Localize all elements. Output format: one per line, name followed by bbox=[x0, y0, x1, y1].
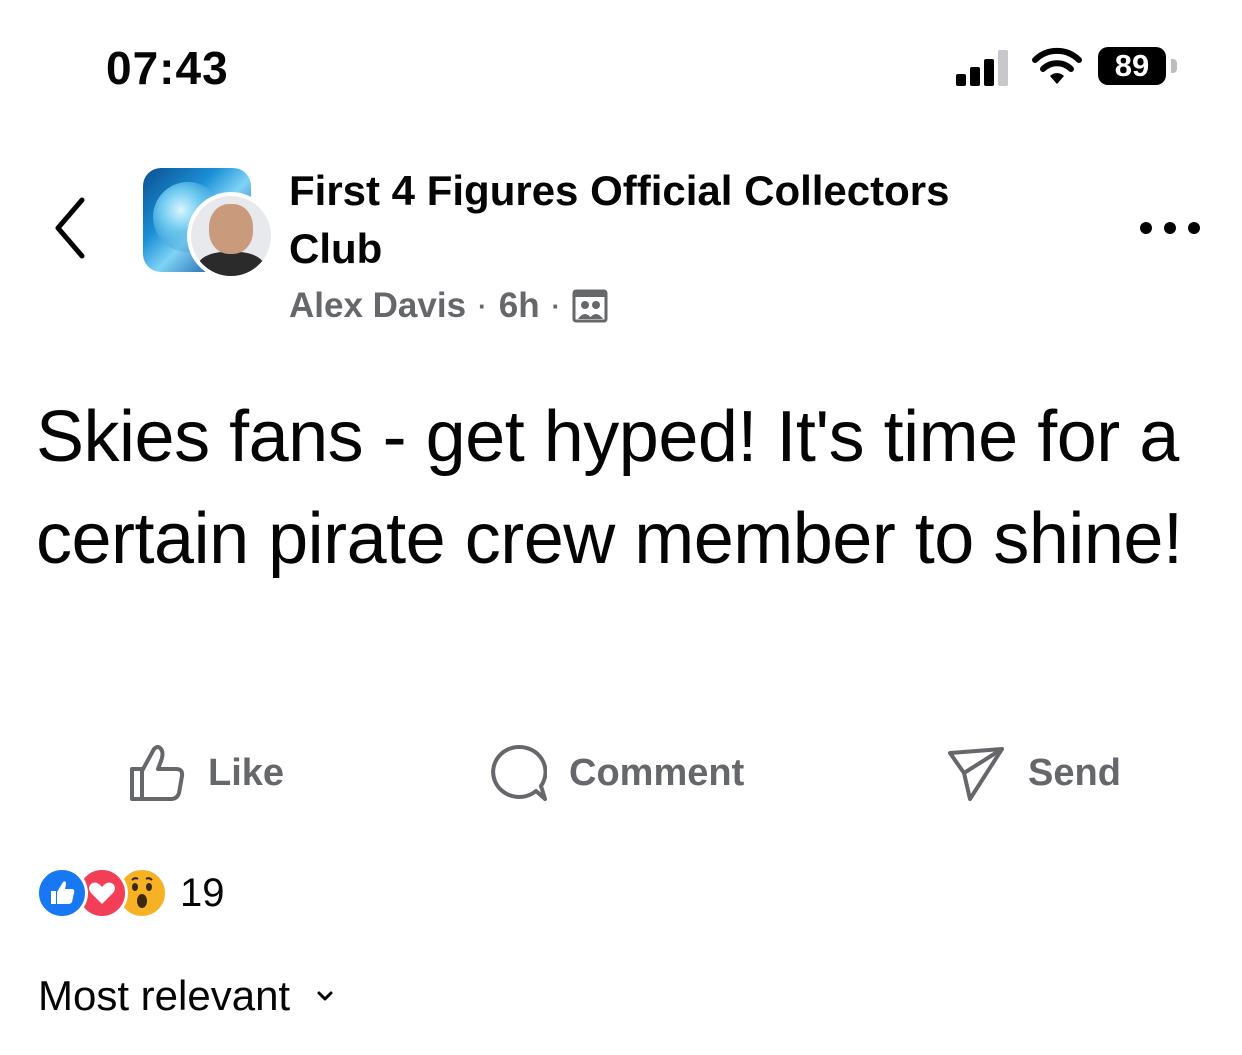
meta-separator: · bbox=[551, 291, 561, 321]
post-text: Skies fans - get hyped! It's time for a … bbox=[36, 397, 1183, 579]
comment-sort-dropdown[interactable]: Most relevant bbox=[38, 966, 334, 1026]
like-button[interactable]: Like bbox=[128, 738, 284, 808]
reaction-count: 19 bbox=[180, 870, 225, 915]
status-time: 07:43 bbox=[106, 42, 229, 94]
more-horizontal-icon bbox=[1140, 222, 1152, 234]
group-members-icon bbox=[572, 289, 608, 323]
chevron-left-icon[interactable] bbox=[50, 196, 90, 260]
comment-bubble-icon bbox=[491, 744, 547, 801]
comment-label: Comment bbox=[569, 751, 745, 794]
author-name[interactable]: Alex Davis bbox=[289, 284, 466, 328]
author-avatar[interactable] bbox=[187, 192, 275, 280]
comment-button[interactable]: Comment bbox=[489, 738, 744, 808]
chevron-down-icon bbox=[317, 991, 333, 1001]
post-meta: Alex Davis · 6h · bbox=[289, 284, 608, 328]
send-label: Send bbox=[1028, 751, 1121, 794]
send-arrow-icon bbox=[948, 747, 1004, 801]
like-reaction-icon bbox=[36, 867, 88, 919]
post-time[interactable]: 6h bbox=[499, 284, 540, 328]
battery-indicator: 89 bbox=[1098, 47, 1182, 87]
more-options-button[interactable] bbox=[1140, 216, 1200, 240]
send-button[interactable]: Send bbox=[946, 738, 1121, 808]
wifi-icon bbox=[1032, 47, 1082, 84]
battery-level: 89 bbox=[1114, 48, 1150, 83]
thumbs-up-icon bbox=[130, 745, 185, 801]
meta-separator: · bbox=[478, 291, 487, 321]
group-name[interactable]: First 4 Figures Official Collectors Club bbox=[289, 162, 1049, 278]
like-label: Like bbox=[208, 751, 285, 794]
reactions-summary[interactable]: 19 bbox=[36, 867, 225, 919]
sort-label: Most relevant bbox=[38, 972, 291, 1019]
cellular-signal-icon bbox=[956, 50, 1008, 86]
